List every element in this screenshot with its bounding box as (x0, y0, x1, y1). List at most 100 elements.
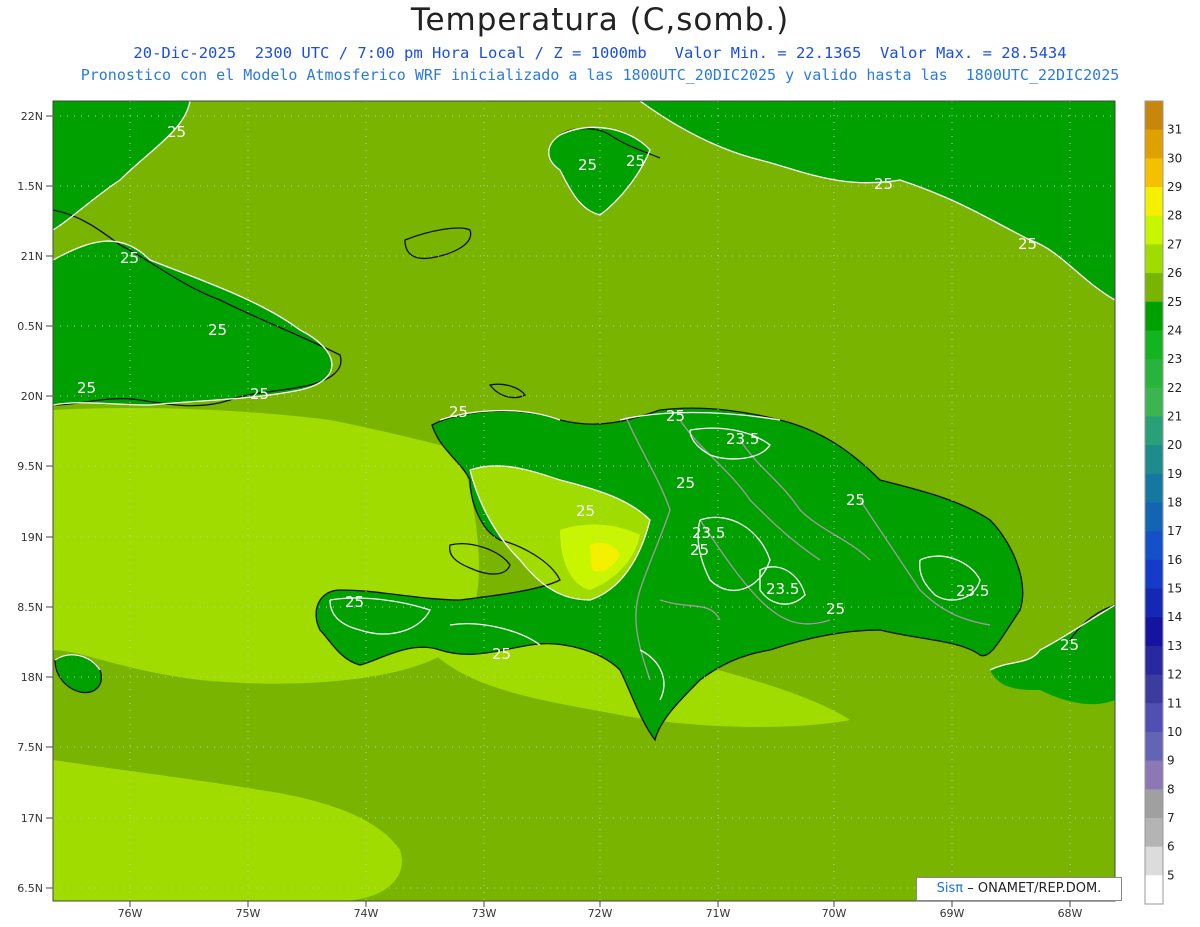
contour-label: 25 (826, 600, 845, 618)
colorbar-tick-label: 26 (1167, 266, 1182, 280)
colorbar-tick-label: 10 (1167, 725, 1182, 739)
colorbar-swatch (1145, 301, 1163, 331)
colorbar-swatch (1145, 645, 1163, 676)
colorbar-swatch (1145, 101, 1163, 131)
temperature-map: 25 25 25 25 25 25 25 25 25 25 25 25 25 2… (17, 100, 1182, 920)
lat-label: 7.5N (17, 741, 43, 754)
contour-label: 23.5 (956, 582, 989, 600)
lat-label: 21N (21, 250, 43, 263)
longitude-ticks (129, 901, 1071, 907)
contour-label: 25 (492, 645, 511, 663)
latitude-ticks (46, 115, 53, 889)
colorbar-tick-label: 21 (1167, 409, 1182, 423)
colorbar-tick-label: 25 (1167, 295, 1182, 309)
lon-label: 69W (940, 907, 965, 920)
colorbar-swatch (1145, 502, 1163, 532)
colorbar-swatch (1145, 703, 1163, 733)
colorbar-tick-label: 7 (1167, 811, 1175, 825)
colorbar-swatch (1145, 817, 1163, 848)
colorbar-swatch (1145, 531, 1163, 561)
colorbar-tick-label: 23 (1167, 352, 1182, 366)
colorbar-swatch (1145, 273, 1163, 303)
contour-label: 25 (576, 502, 595, 520)
contour-label: 25 (676, 474, 695, 492)
contour-label: 25 (874, 175, 893, 193)
colorbar-tick-label: 14 (1167, 610, 1182, 624)
colorbar-tick-label: 16 (1167, 553, 1182, 567)
colorbar-tick-label: 18 (1167, 496, 1182, 510)
lat-label: 6.5N (17, 882, 43, 895)
contour-label: 25 (1018, 235, 1037, 253)
colorbar-swatch (1145, 158, 1163, 188)
contour-label: 25 (120, 249, 139, 267)
contour-label: 25 (449, 403, 468, 421)
colorbar-swatch (1145, 846, 1163, 876)
contour-label: 25 (345, 593, 364, 611)
colorbar-tick-label: 5 (1167, 868, 1175, 882)
lat-label: 8.5N (17, 601, 43, 614)
colorbar-tick-label: 11 (1167, 696, 1182, 710)
colorbar-tick-label: 30 (1167, 151, 1182, 165)
lat-label: 20N (21, 390, 43, 403)
lat-label: 0.5N (17, 320, 43, 333)
colorbar-tick-label: 19 (1167, 467, 1182, 481)
lon-label: 75W (236, 907, 261, 920)
credit-brand: Sisπ (936, 881, 964, 896)
colorbar-tick-label: 6 (1167, 840, 1175, 854)
colorbar-tick-label: 13 (1167, 639, 1182, 653)
colorbar-swatch (1145, 416, 1163, 446)
colorbar-swatch (1145, 674, 1163, 704)
lat-label: 9.5N (17, 460, 43, 473)
colorbar-swatch (1145, 617, 1163, 647)
contour-label: 25 (578, 156, 597, 174)
colorbar-swatch (1145, 359, 1163, 389)
contour-label: 25 (250, 385, 269, 403)
colorbar-tick-label: 15 (1167, 582, 1182, 596)
longitude-axis: 76W 75W 74W 73W 72W 71W 70W 69W 68W (118, 907, 1083, 920)
colorbar-swatch (1145, 129, 1163, 159)
lat-label: 22N (21, 110, 43, 123)
colorbar-tick-label: 12 (1167, 668, 1182, 682)
colorbar-tick-label: 17 (1167, 524, 1182, 538)
lon-label: 72W (588, 907, 613, 920)
contour-label: 25 (77, 379, 96, 397)
lat-label: 19N (21, 531, 43, 544)
colorbar-tick-label: 29 (1167, 180, 1182, 194)
map-plot-area: 25 25 25 25 25 25 25 25 25 25 25 25 25 2… (53, 101, 1115, 901)
colorbar-swatch (1145, 875, 1163, 905)
contour-label: 25 (666, 407, 685, 425)
colorbar-swatch (1145, 330, 1163, 360)
lat-label: 1.5N (17, 180, 43, 193)
colorbar-tick-label: 28 (1167, 209, 1182, 223)
contour-label: 25 (208, 321, 227, 339)
colorbar: 31 30 29 28 27 26 25 24 23 22 21 20 19 18 17 16 15 14 13 12… (1144, 100, 1182, 905)
lon-label: 71W (706, 907, 731, 920)
lat-label: 18N (21, 671, 43, 684)
colorbar-swatch (1145, 215, 1163, 245)
colorbar-tick-label: 8 (1167, 782, 1175, 796)
colorbar-swatch (1145, 588, 1163, 618)
lon-label: 74W (354, 907, 379, 920)
colorbar-swatch (1145, 731, 1163, 762)
lon-label: 76W (118, 907, 143, 920)
contour-label: 25 (1060, 636, 1079, 654)
contour-label: 25 (690, 541, 709, 559)
colorbar-tick-label: 22 (1167, 381, 1182, 395)
contour-label: 25 (626, 152, 645, 170)
colorbar-swatch (1145, 559, 1163, 590)
colorbar-swatch (1145, 244, 1163, 274)
colorbar-swatch (1145, 445, 1163, 475)
colorbar-tick-label: 24 (1167, 323, 1182, 337)
colorbar-swatch (1145, 760, 1163, 790)
contour-label: 25 (846, 491, 865, 509)
colorbar-swatch (1145, 387, 1163, 417)
lat-label: 17N (21, 812, 43, 825)
lon-label: 68W (1058, 907, 1083, 920)
colorbar-swatch (1145, 789, 1163, 819)
lon-label: 73W (472, 907, 497, 920)
contour-label: 25 (167, 123, 186, 141)
contour-label: 23.5 (692, 524, 725, 542)
contour-label: 23.5 (766, 580, 799, 598)
colorbar-tick-label: 31 (1167, 123, 1182, 137)
colorbar-tick-label: 27 (1167, 237, 1182, 251)
